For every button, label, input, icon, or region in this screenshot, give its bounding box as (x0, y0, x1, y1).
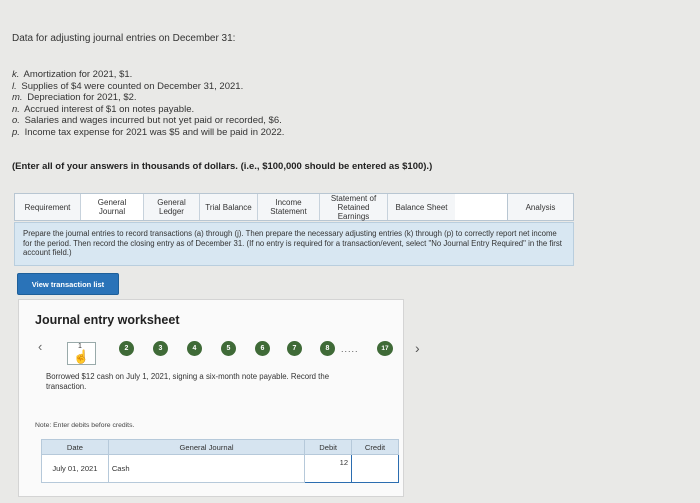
table-row: July 01, 2021 Cash 12 (41, 454, 399, 483)
adjustment-text: Depreciation for 2021, $2. (27, 92, 137, 104)
tab-income-statement[interactable]: Income Statement (258, 194, 320, 220)
adjustment-letter: n. (12, 103, 20, 115)
worksheet-title: Journal entry worksheet (35, 313, 180, 327)
adjustment-text: Supplies of $4 were counted on December … (21, 80, 244, 92)
step-8[interactable]: 8 (320, 341, 335, 356)
debits-credits-note: Note: Enter debits before credits. (35, 422, 135, 429)
view-transaction-list-button[interactable]: View transaction list (17, 273, 119, 295)
debit-field[interactable]: 12 (304, 454, 353, 483)
debit-header: Debit (304, 439, 353, 455)
step-4[interactable]: 4 (187, 341, 202, 356)
adjustment-m: m. Depreciation for 2021, $2. (12, 92, 284, 104)
adjustments-list: k. Amortization for 2021, $1. l. Supplie… (12, 69, 284, 139)
account-field[interactable]: Cash (107, 454, 306, 483)
step-7[interactable]: 7 (287, 341, 302, 356)
date-header: Date (41, 439, 109, 455)
date-cell: July 01, 2021 (41, 454, 109, 483)
tab-analysis[interactable]: Analysis (508, 193, 574, 221)
adjustment-letter: m. (12, 92, 23, 104)
tab-bar: Requirement General Journal General Ledg… (14, 193, 508, 221)
step-2[interactable]: 2 (119, 341, 134, 356)
adjustment-k: k. Amortization for 2021, $1. (12, 69, 284, 81)
next-arrow-icon[interactable]: › (415, 340, 420, 356)
adjustment-text: Salaries and wages incurred but not yet … (24, 115, 282, 127)
tab-requirement[interactable]: Requirement (15, 194, 81, 220)
journal-table: Date General Journal Debit Credit July 0… (41, 439, 399, 483)
tab-general-ledger[interactable]: General Ledger (144, 194, 200, 220)
intro-text: Data for adjusting journal entries on De… (12, 33, 236, 44)
step-3[interactable]: 3 (153, 341, 168, 356)
credit-header: Credit (351, 439, 399, 455)
adjustment-letter: o. (12, 115, 20, 127)
adjustment-l: l. Supplies of $4 were counted on Decemb… (12, 81, 284, 93)
adjustment-o: o. Salaries and wages incurred but not y… (12, 115, 284, 127)
prev-arrow-icon[interactable]: ‹ (38, 339, 42, 354)
step-5[interactable]: 5 (221, 341, 236, 356)
tab-retained-earnings[interactable]: Statement of Retained Earnings (320, 194, 388, 221)
tab-balance-sheet[interactable]: Balance Sheet (388, 194, 455, 220)
steps-ellipsis: ..... (341, 344, 359, 354)
general-journal-header: General Journal (107, 439, 306, 455)
enter-answers-note: (Enter all of your answers in thousands … (12, 161, 433, 172)
adjustment-n: n. Accrued interest of $1 on notes payab… (12, 104, 284, 116)
adjustment-letter: l. (12, 80, 17, 92)
pointer-hand-icon: ☝ (73, 349, 90, 364)
step-1-current[interactable]: 1 ☝ (67, 342, 96, 365)
transaction-description: Borrowed $12 cash on July 1, 2021, signi… (46, 372, 330, 391)
adjustment-text: Accrued interest of $1 on notes payable. (24, 103, 195, 115)
adjustment-letter: k. (12, 69, 20, 80)
adjustment-letter: p. (12, 126, 20, 138)
journal-entry-worksheet: Journal entry worksheet ‹ 1 ☝ 2 3 4 5 6 … (18, 299, 404, 497)
credit-field[interactable] (351, 454, 399, 483)
instructions-panel: Prepare the journal entries to record tr… (14, 222, 574, 266)
tab-trial-balance[interactable]: Trial Balance (200, 194, 258, 220)
tab-general-journal[interactable]: General Journal (81, 194, 144, 220)
step-17[interactable]: 17 (377, 341, 393, 356)
adjustment-text: Income tax expense for 2021 was $5 and w… (24, 126, 285, 138)
step-6[interactable]: 6 (255, 341, 270, 356)
adjustment-text: Amortization for 2021, $1. (23, 69, 133, 80)
adjustment-p: p. Income tax expense for 2021 was $5 an… (12, 127, 284, 139)
